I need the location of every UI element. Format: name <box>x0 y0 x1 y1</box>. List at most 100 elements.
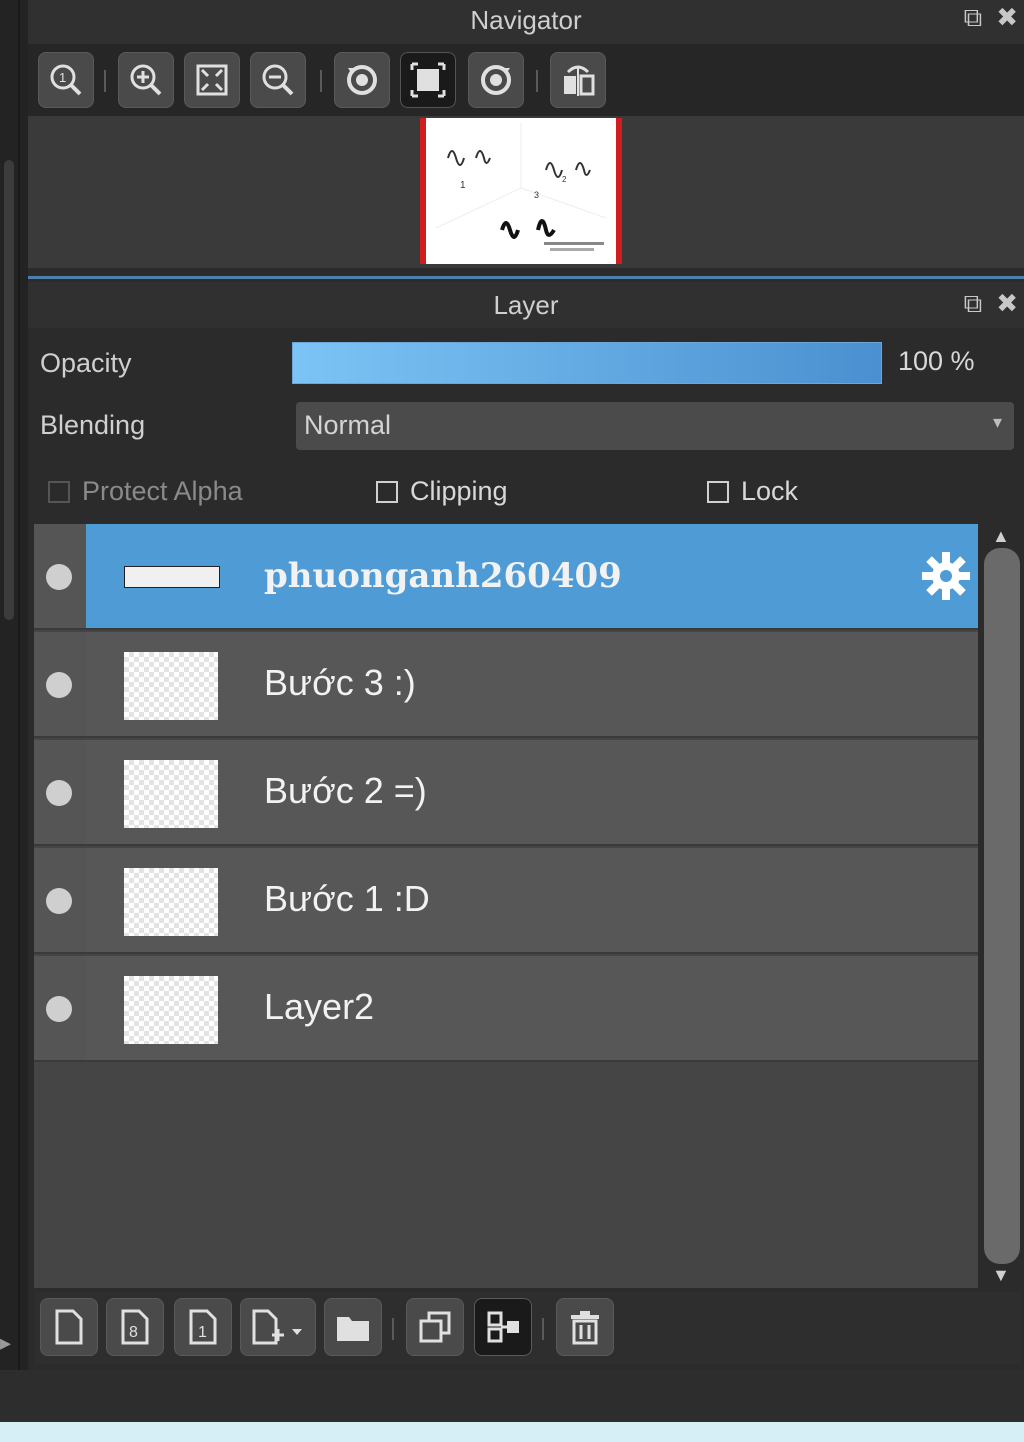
fit-window-button[interactable] <box>400 52 456 108</box>
merge-layer-button[interactable] <box>474 1298 532 1356</box>
zoom-out-button[interactable] <box>250 52 306 108</box>
clipping-checkbox[interactable]: Clipping <box>376 476 508 507</box>
protect-alpha-checkbox[interactable]: Protect Alpha <box>48 476 243 507</box>
layer-thumbnail <box>124 652 218 720</box>
rotate-right-icon <box>481 65 511 95</box>
panel-footer <box>0 1370 1024 1422</box>
zoom-in-icon <box>130 64 162 96</box>
undock-icon[interactable]: ⧉ <box>964 290 983 316</box>
duplicate-layer-icon <box>419 1311 451 1343</box>
merge-layer-icon <box>487 1311 519 1343</box>
layer-title: Layer <box>493 290 559 320</box>
protect-alpha-label: Protect Alpha <box>82 476 243 506</box>
navigator-header: Navigator ⧉ ✖ <box>28 0 1024 44</box>
visibility-toggle[interactable] <box>34 524 86 628</box>
lock-box[interactable] <box>707 480 729 503</box>
new-folder-button[interactable] <box>324 1298 382 1356</box>
new-layer-icon <box>55 1309 83 1345</box>
layer-row[interactable]: Bước 1 :D <box>34 848 978 954</box>
undock-icon[interactable]: ⧉ <box>964 4 983 30</box>
zoom-actual-icon: 1 <box>50 64 82 96</box>
visibility-toggle[interactable] <box>34 740 86 844</box>
left-scrollbar[interactable] <box>4 160 14 620</box>
layer-list: phuonganh260409 Bước 3 :) Bước 2 =) Bước… <box>34 524 978 1288</box>
toolbar-separator <box>536 70 538 92</box>
fit-screen-icon <box>196 64 228 96</box>
delete-layer-button[interactable] <box>556 1298 614 1356</box>
layer-name[interactable]: Bước 3 :) <box>264 662 416 704</box>
layer-row[interactable]: Bước 2 =) <box>34 740 978 846</box>
lock-checkbox[interactable]: Lock <box>707 476 798 507</box>
delete-layer-icon <box>571 1311 599 1345</box>
new-8bit-layer-button[interactable]: 8 <box>106 1298 164 1356</box>
chevron-down-icon: ▾ <box>992 412 1002 432</box>
layer-thumbnail <box>124 760 218 828</box>
svg-text:1: 1 <box>59 70 66 85</box>
scroll-up-icon[interactable]: ▲ <box>992 526 1010 547</box>
toolbar-separator <box>392 1318 394 1340</box>
opacity-value: 100 % <box>898 346 975 376</box>
layer-settings-button[interactable] <box>920 550 972 607</box>
protect-alpha-box[interactable] <box>48 480 70 503</box>
svg-text:3: 3 <box>534 190 539 200</box>
new-1bit-layer-icon: 1 <box>189 1309 217 1345</box>
zoom-out-icon <box>262 64 294 96</box>
blending-label: Blending <box>40 410 146 440</box>
svg-text:2: 2 <box>562 175 567 184</box>
layer-thumbnail <box>124 566 220 588</box>
canvas-thumbnail[interactable]: 1 2 3 <box>420 118 622 264</box>
clipping-box[interactable] <box>376 480 398 503</box>
toolbar-separator <box>320 70 322 92</box>
add-layer-menu-icon <box>252 1309 302 1345</box>
svg-text:8: 8 <box>129 1324 138 1341</box>
layer-row[interactable]: Layer2 <box>34 956 978 1062</box>
visibility-dot-icon <box>46 888 72 914</box>
layer-row[interactable]: Bước 3 :) <box>34 632 978 738</box>
layer-name[interactable]: Bước 1 :D <box>264 878 430 920</box>
scroll-down-icon[interactable]: ▼ <box>992 1265 1010 1286</box>
gear-icon <box>922 552 970 600</box>
layer-toolbar: 8 1 <box>34 1292 1022 1364</box>
svg-text:1: 1 <box>460 180 466 191</box>
toolbar-separator <box>104 70 106 92</box>
close-icon[interactable]: ✖ <box>996 4 1018 30</box>
left-dock-strip: ▸ <box>0 0 28 1370</box>
panel-divider[interactable] <box>28 276 1024 279</box>
layer-row[interactable]: phuonganh260409 <box>34 524 978 630</box>
folder-icon <box>337 1317 369 1341</box>
navigator-preview-area[interactable]: 1 2 3 <box>28 116 1024 268</box>
rotate-left-button[interactable] <box>334 52 390 108</box>
visibility-dot-icon <box>46 564 72 590</box>
add-layer-menu-button[interactable] <box>240 1298 316 1356</box>
zoom-in-button[interactable] <box>118 52 174 108</box>
expand-arrow-icon[interactable]: ▸ <box>0 1330 11 1356</box>
flip-horizontal-button[interactable] <box>550 52 606 108</box>
visibility-dot-icon <box>46 780 72 806</box>
visibility-toggle[interactable] <box>34 848 86 952</box>
visibility-toggle[interactable] <box>34 956 86 1060</box>
new-layer-button[interactable] <box>40 1298 98 1356</box>
layer-name[interactable]: Layer2 <box>264 986 374 1028</box>
close-icon[interactable]: ✖ <box>996 290 1018 316</box>
new-1bit-layer-button[interactable]: 1 <box>174 1298 232 1356</box>
lock-label: Lock <box>741 476 799 506</box>
layer-list-scrollbar[interactable]: ▲ ▼ <box>982 524 1022 1288</box>
visibility-dot-icon <box>46 996 72 1022</box>
fit-screen-button[interactable] <box>184 52 240 108</box>
visibility-toggle[interactable] <box>34 632 86 736</box>
duplicate-layer-button[interactable] <box>406 1298 464 1356</box>
scrollbar-thumb[interactable] <box>984 548 1020 1264</box>
window-edge <box>0 1422 1024 1442</box>
opacity-slider[interactable] <box>292 342 882 384</box>
navigator-title: Navigator <box>470 5 582 35</box>
rotate-left-icon <box>347 65 377 95</box>
blending-select[interactable]: Normal ▾ <box>296 402 1014 450</box>
rotate-right-button[interactable] <box>468 52 524 108</box>
zoom-actual-button[interactable]: 1 <box>38 52 94 108</box>
layer-name[interactable]: phuonganh260409 <box>264 556 622 596</box>
new-8bit-layer-icon: 8 <box>121 1309 149 1345</box>
blending-value: Normal <box>304 410 392 440</box>
layer-thumbnail <box>124 868 218 936</box>
opacity-label: Opacity <box>40 348 132 378</box>
layer-name[interactable]: Bước 2 =) <box>264 770 427 812</box>
